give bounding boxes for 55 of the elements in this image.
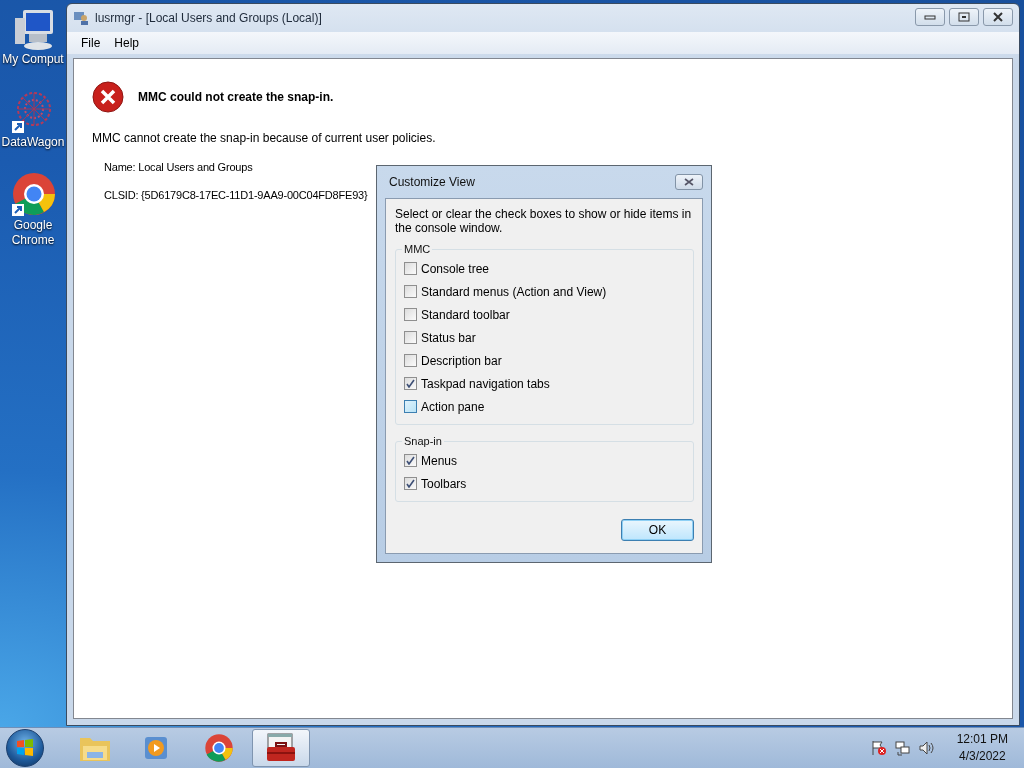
error-message: MMC cannot create the snap-in because of current user policies.: [92, 131, 437, 145]
checkbox[interactable]: [404, 285, 417, 298]
desktop-icon-label[interactable]: My Comput: [2, 52, 64, 67]
network-icon[interactable]: [894, 740, 911, 756]
close-button[interactable]: [983, 8, 1013, 26]
close-button[interactable]: [675, 174, 703, 190]
instructions-text: Select or clear the check boxes to show or hide items in the console window.: [395, 207, 693, 235]
minimize-button[interactable]: [915, 8, 945, 26]
checkbox[interactable]: [404, 262, 417, 275]
windows-logo: [16, 739, 34, 757]
checkbox[interactable]: [404, 377, 417, 390]
checkbox[interactable]: [404, 308, 417, 321]
checkbox-option[interactable]: Action pane: [404, 395, 685, 418]
checkbox-option[interactable]: Status bar: [404, 326, 685, 349]
chrome-icon: [204, 733, 234, 763]
close-icon: [684, 178, 694, 186]
minimize-icon: [924, 14, 936, 20]
checkbox[interactable]: [404, 331, 417, 344]
taskbar-button[interactable]: [252, 729, 310, 767]
ok-button[interactable]: OK: [621, 519, 694, 541]
menu-item[interactable]: File: [75, 34, 107, 52]
checkbox-option[interactable]: Taskpad navigation tabs: [404, 372, 685, 395]
checkbox-option[interactable]: Description bar: [404, 349, 685, 372]
checkbox[interactable]: [404, 454, 417, 467]
clock-date: 4/3/2022: [958, 748, 1006, 765]
checkbox[interactable]: [404, 477, 417, 490]
dialog-title: Customize View: [389, 175, 475, 189]
checkbox-option[interactable]: Standard toolbar: [404, 303, 685, 326]
restore-button[interactable]: [949, 8, 979, 26]
flag-error-icon[interactable]: [870, 740, 887, 756]
clock-time: 12:01 PM: [956, 731, 1008, 748]
checkbox-option[interactable]: Console tree: [404, 257, 685, 280]
desktop-icon-label[interactable]: DataWagon: [1, 135, 65, 150]
toolbox-icon: [265, 733, 297, 763]
error-detail: Name: Local Users and Groups: [104, 161, 254, 173]
close-icon: [992, 12, 1004, 22]
computer-users-icon: [73, 10, 89, 26]
group-label: Snap-in: [403, 435, 443, 447]
menu-item[interactable]: Help: [108, 34, 146, 52]
speaker-icon[interactable]: [918, 740, 935, 756]
checkbox[interactable]: [404, 400, 417, 413]
window-title: lusrmgr - [Local Users and Groups (Local)]: [95, 11, 322, 25]
error-icon: [92, 81, 124, 113]
start-button[interactable]: [6, 729, 44, 767]
checkbox-option[interactable]: Menus: [404, 449, 685, 472]
group-label: MMC: [403, 243, 432, 255]
restore-icon: [958, 12, 970, 22]
checkbox[interactable]: [404, 354, 417, 367]
checkbox-option[interactable]: Toolbars: [404, 472, 685, 495]
clock[interactable]: 12:01 PM 4/3/2022: [956, 731, 1008, 765]
error-detail: CLSID: {5D6179C8-17EC-11D1-9AA9-00C04FD8FE93}: [104, 189, 369, 201]
chrome-icon: [10, 172, 56, 218]
desktop-icon-label[interactable]: Google Chrome: [0, 218, 66, 248]
checkbox-option[interactable]: Standard menus (Action and View): [404, 280, 685, 303]
error-heading: MMC could not create the snap-in.: [138, 90, 334, 104]
